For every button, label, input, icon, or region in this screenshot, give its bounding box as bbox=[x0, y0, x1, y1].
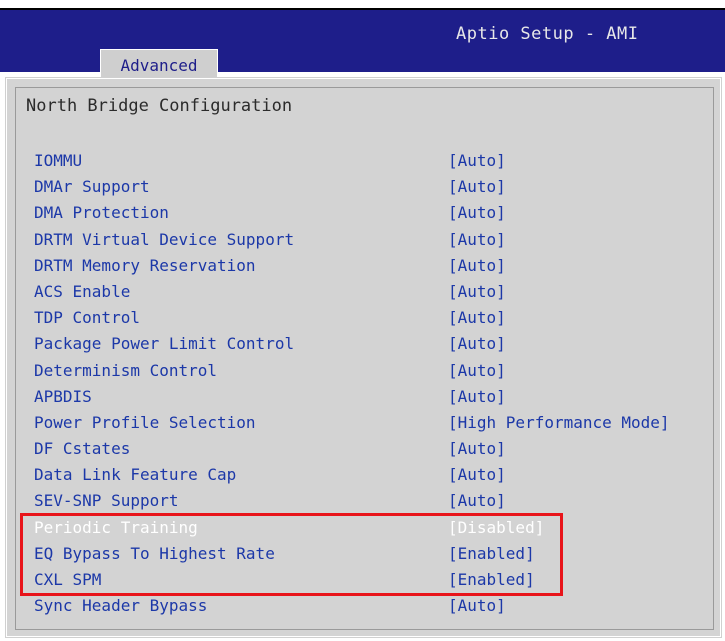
setting-eq-bypass-to-highest-rate[interactable]: EQ Bypass To Highest Rate [Enabled] bbox=[26, 541, 706, 567]
setting-determinism-control[interactable]: Determinism Control [Auto] bbox=[26, 358, 706, 384]
setting-value[interactable]: [Auto] bbox=[448, 462, 506, 488]
setting-acs-enable[interactable]: ACS Enable [Auto] bbox=[26, 279, 706, 305]
setting-value[interactable]: [Auto] bbox=[448, 200, 506, 226]
setting-label: DRTM Memory Reservation bbox=[34, 255, 256, 275]
setting-label: SEV-SNP Support bbox=[34, 491, 179, 511]
setting-apbdis[interactable]: APBDIS [Auto] bbox=[26, 384, 706, 410]
setting-value[interactable]: [Auto] bbox=[448, 488, 506, 514]
setting-label: ACS Enable bbox=[34, 281, 131, 301]
bios-screen: Aptio Setup - AMI Advanced North Bridge … bbox=[0, 0, 725, 641]
setting-sync-header-bypass[interactable]: Sync Header Bypass [Auto] bbox=[26, 593, 706, 619]
setting-label: Power Profile Selection bbox=[34, 412, 256, 432]
setting-periodic-training[interactable]: Periodic Training [Disabled] bbox=[26, 515, 706, 541]
setting-value[interactable]: [Enabled] bbox=[448, 567, 535, 593]
setting-value[interactable]: [Auto] bbox=[448, 174, 506, 200]
setting-value[interactable]: [Auto] bbox=[448, 358, 506, 384]
header-bar: Aptio Setup - AMI Advanced bbox=[0, 8, 725, 80]
setting-value[interactable]: [Auto] bbox=[448, 593, 506, 619]
setting-label: DF Cstates bbox=[34, 439, 131, 459]
setting-value[interactable]: [High Performance Mode] bbox=[448, 410, 670, 436]
setting-dma-protection[interactable]: DMA Protection [Auto] bbox=[26, 200, 706, 226]
setting-label: Data Link Feature Cap bbox=[34, 465, 237, 485]
page-title: North Bridge Configuration bbox=[26, 96, 293, 116]
setting-label: Sync Header Bypass bbox=[34, 596, 208, 616]
setting-value[interactable]: [Enabled] bbox=[448, 541, 535, 567]
settings-list: IOMMU [Auto] DMAr Support [Auto] DMA Pro… bbox=[26, 148, 706, 619]
setting-label: DRTM Virtual Device Support bbox=[34, 229, 295, 249]
setting-value[interactable]: [Disabled] bbox=[448, 515, 544, 541]
app-title: Aptio Setup - AMI bbox=[456, 24, 639, 44]
setting-label: EQ Bypass To Highest Rate bbox=[34, 543, 275, 563]
setting-value[interactable]: [Auto] bbox=[448, 436, 506, 462]
setting-df-cstates[interactable]: DF Cstates [Auto] bbox=[26, 436, 706, 462]
setting-value[interactable]: [Auto] bbox=[448, 227, 506, 253]
setting-power-profile-selection[interactable]: Power Profile Selection [High Performanc… bbox=[26, 410, 706, 436]
setting-label: CXL SPM bbox=[34, 570, 102, 589]
setting-label: Determinism Control bbox=[34, 360, 218, 380]
setting-value[interactable]: [Auto] bbox=[448, 148, 506, 174]
setting-label: APBDIS bbox=[34, 386, 92, 406]
setting-label: TDP Control bbox=[34, 308, 140, 328]
setting-label: DMA Protection bbox=[34, 203, 169, 223]
setting-tdp-control[interactable]: TDP Control [Auto] bbox=[26, 305, 706, 331]
setting-value[interactable]: [Auto] bbox=[448, 305, 506, 331]
setting-value[interactable]: [Auto] bbox=[448, 384, 506, 410]
setting-label: DMAr Support bbox=[34, 177, 150, 197]
setting-dmar-support[interactable]: DMAr Support [Auto] bbox=[26, 174, 706, 200]
setting-label: Periodic Training bbox=[34, 517, 198, 537]
setting-drtm-virtual-device-support[interactable]: DRTM Virtual Device Support [Auto] bbox=[26, 227, 706, 253]
setting-cxl-spm[interactable]: CXL SPM [Enabled] bbox=[26, 567, 706, 593]
setting-value[interactable]: [Auto] bbox=[448, 331, 506, 357]
setting-value[interactable]: [Auto] bbox=[448, 279, 506, 305]
tab-advanced[interactable]: Advanced bbox=[100, 49, 218, 80]
setting-drtm-memory-reservation[interactable]: DRTM Memory Reservation [Auto] bbox=[26, 253, 706, 279]
setting-sev-snp-support[interactable]: SEV-SNP Support [Auto] bbox=[26, 488, 706, 514]
setting-label: Package Power Limit Control bbox=[34, 334, 295, 354]
setting-package-power-limit-control[interactable]: Package Power Limit Control [Auto] bbox=[26, 331, 706, 357]
setting-value[interactable]: [Auto] bbox=[448, 253, 506, 279]
setting-iommu[interactable]: IOMMU [Auto] bbox=[26, 148, 706, 174]
setting-label: IOMMU bbox=[34, 151, 83, 170]
setting-data-link-feature-cap[interactable]: Data Link Feature Cap [Auto] bbox=[26, 462, 706, 488]
